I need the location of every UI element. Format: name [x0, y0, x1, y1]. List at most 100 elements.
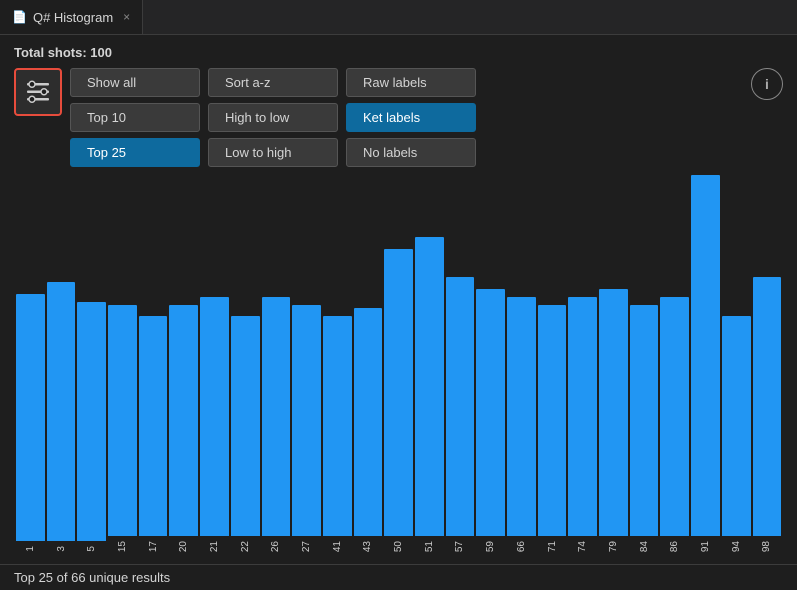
bar-label: 17: [148, 539, 159, 554]
bar-wrapper: 20: [169, 175, 198, 554]
ket-labels-button[interactable]: Ket labels: [346, 103, 476, 132]
histogram-bar: [753, 277, 782, 536]
bar-label: 26: [270, 539, 281, 554]
bar-wrapper: 21: [200, 175, 229, 554]
bar-wrapper: 41: [323, 175, 352, 554]
histogram-bar: [108, 305, 137, 536]
tab-document-icon: 📄: [12, 10, 27, 24]
bar-label: 51: [424, 539, 435, 554]
filter-icon-button[interactable]: [14, 68, 62, 116]
histogram-bar: [446, 277, 475, 536]
bar-label: 71: [547, 539, 558, 554]
histogram-bar: [262, 297, 291, 536]
bar-wrapper: 74: [568, 175, 597, 554]
bar-label: 86: [669, 539, 680, 554]
sort-az-button[interactable]: Sort a-z: [208, 68, 338, 97]
top-25-button[interactable]: Top 25: [70, 138, 200, 167]
bar-wrapper: 15: [108, 175, 137, 554]
histogram-bar: [476, 289, 505, 536]
histogram-bar: [660, 297, 689, 536]
filter-icon: [24, 78, 52, 106]
histogram-bar: [568, 297, 597, 536]
status-label: Top 25 of 66 unique results: [14, 570, 170, 585]
histogram-bar: [384, 249, 413, 536]
bar-wrapper: 84: [630, 175, 659, 554]
bar-label: 22: [240, 539, 251, 554]
bar-wrapper: 71: [538, 175, 567, 554]
histogram-bar: [16, 294, 45, 541]
tab-bar: 📄 Q# Histogram ×: [0, 0, 797, 35]
label-button-group: Raw labels Ket labels No labels: [346, 68, 476, 167]
histogram-bar: [691, 175, 720, 536]
bar-wrapper: 5: [77, 175, 106, 554]
histogram-bar: [507, 297, 536, 536]
bar-label: 57: [454, 539, 465, 554]
bar-wrapper: 98: [753, 175, 782, 554]
controls-row: Show all Top 10 Top 25 Sort a-z High to …: [14, 68, 783, 167]
tab-histogram[interactable]: 📄 Q# Histogram ×: [0, 0, 143, 34]
bar-label: 41: [332, 539, 343, 554]
histogram-bar: [231, 316, 260, 535]
histogram-bar: [200, 297, 229, 536]
bar-wrapper: 57: [446, 175, 475, 554]
histogram-bar: [415, 237, 444, 536]
bar-label: 59: [485, 539, 496, 554]
main-content: Total shots: 100 Show all Top 10 Top 25 …: [0, 35, 797, 564]
low-to-high-button[interactable]: Low to high: [208, 138, 338, 167]
bar-label: 98: [761, 539, 772, 554]
histogram-bar: [354, 308, 383, 535]
bar-wrapper: 79: [599, 175, 628, 554]
histogram-bars: 1 35 15 17 20 21 22 26 27 41 43 50 51 57 59 66 71 74 79 84 8…: [14, 175, 783, 554]
bar-label: 43: [362, 539, 373, 554]
bar-wrapper: 1: [16, 175, 45, 554]
info-button[interactable]: i: [751, 68, 783, 100]
status-bar: Top 25 of 66 unique results: [0, 564, 797, 590]
filter-button-group: Show all Top 10 Top 25: [70, 68, 200, 167]
bar-label: 3: [56, 544, 67, 554]
bar-label: 84: [639, 539, 650, 554]
histogram-bar: [169, 305, 198, 536]
bar-wrapper: 3: [47, 175, 76, 554]
histogram-bar: [323, 316, 352, 535]
histogram-bar: [292, 305, 321, 536]
bar-label: 20: [178, 539, 189, 554]
raw-labels-button[interactable]: Raw labels: [346, 68, 476, 97]
bar-wrapper: 26: [262, 175, 291, 554]
bar-label: 27: [301, 539, 312, 554]
bar-wrapper: 51: [415, 175, 444, 554]
bar-wrapper: 91: [691, 175, 720, 554]
bar-wrapper: 86: [660, 175, 689, 554]
chart-area: 1 35 15 17 20 21 22 26 27 41 43 50 51 57 59 66 71 74 79 84 8…: [14, 175, 783, 554]
bar-wrapper: 22: [231, 175, 260, 554]
high-to-low-button[interactable]: High to low: [208, 103, 338, 132]
bar-label: 74: [577, 539, 588, 554]
histogram-bar: [47, 282, 76, 541]
bar-label: 21: [209, 539, 220, 554]
histogram-bar: [722, 316, 751, 535]
histogram-bar: [630, 305, 659, 536]
bar-wrapper: 17: [139, 175, 168, 554]
bar-label: 91: [700, 539, 711, 554]
histogram-bar: [599, 289, 628, 536]
tab-close-button[interactable]: ×: [123, 10, 130, 24]
total-shots-label: Total shots: 100: [14, 45, 783, 60]
histogram-bar: [538, 305, 567, 536]
bar-wrapper: 66: [507, 175, 536, 554]
top-10-button[interactable]: Top 10: [70, 103, 200, 132]
tab-label: Q# Histogram: [33, 10, 113, 25]
no-labels-button[interactable]: No labels: [346, 138, 476, 167]
show-all-button[interactable]: Show all: [70, 68, 200, 97]
bar-wrapper: 59: [476, 175, 505, 554]
bar-label: 94: [731, 539, 742, 554]
sort-button-group: Sort a-z High to low Low to high: [208, 68, 338, 167]
bar-label: 66: [516, 539, 527, 554]
bar-wrapper: 94: [722, 175, 751, 554]
bar-label: 15: [117, 539, 128, 554]
bar-label: 1: [25, 544, 36, 554]
bar-label: 50: [393, 539, 404, 554]
histogram-bar: [77, 302, 106, 541]
bar-wrapper: 27: [292, 175, 321, 554]
histogram-bar: [139, 316, 168, 535]
bar-wrapper: 50: [384, 175, 413, 554]
bar-label: 79: [608, 539, 619, 554]
